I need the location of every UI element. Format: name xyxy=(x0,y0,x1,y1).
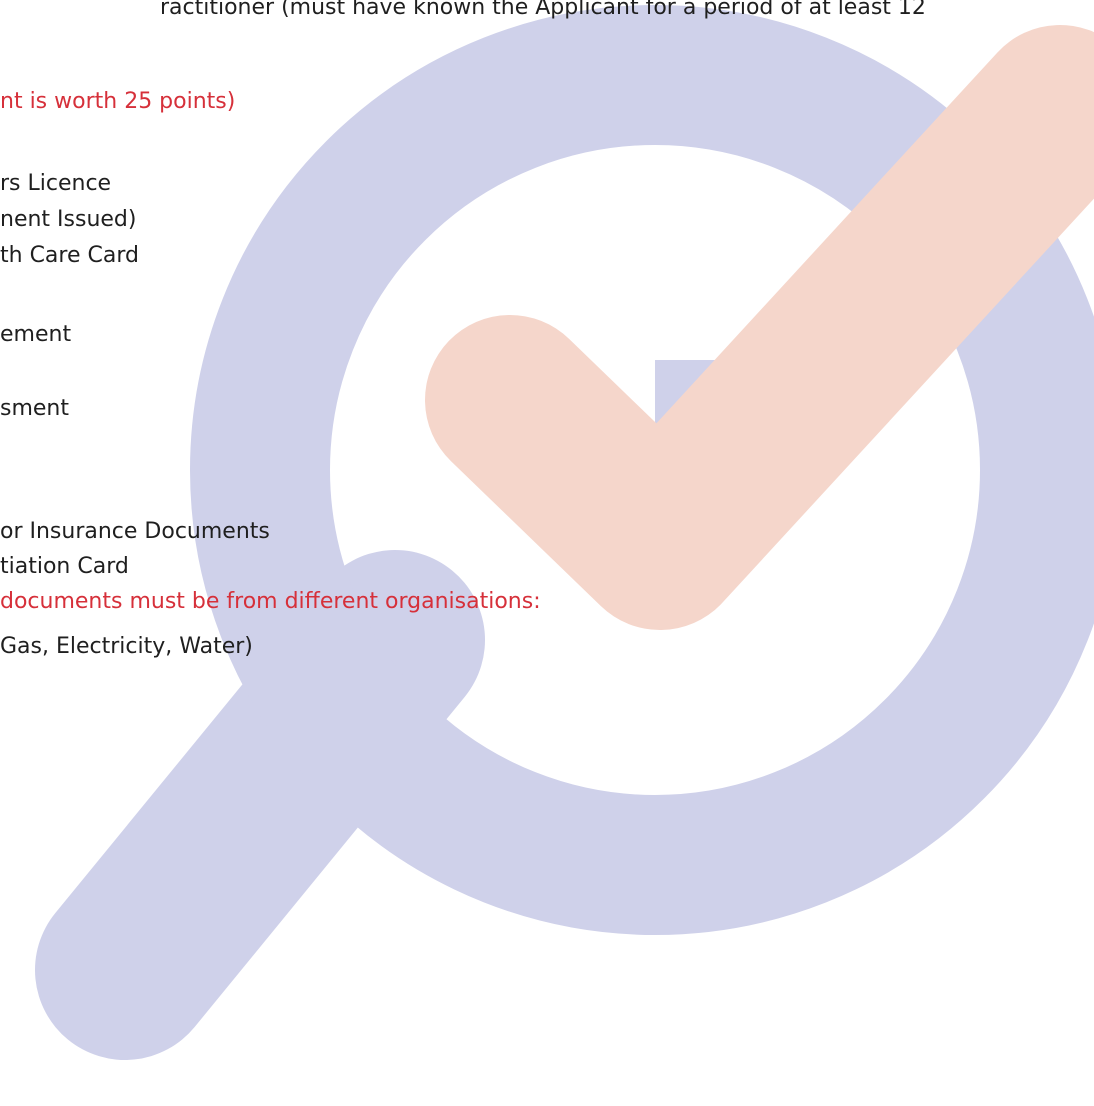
points-note: nt is worth 25 points) xyxy=(0,89,236,114)
list-item: ement xyxy=(0,322,72,347)
list-item: or Insurance Documents xyxy=(0,519,270,544)
intro-line: ractitioner (must have known the Applica… xyxy=(160,0,926,20)
different-org-note: documents must be from different organis… xyxy=(0,589,541,614)
list-item: rs Licence xyxy=(0,171,112,196)
list-item: nent Issued) xyxy=(0,207,137,232)
list-item: th Care Card xyxy=(0,243,139,268)
document-content: ractitioner (must have known the Applica… xyxy=(0,0,1094,1106)
list-item: tiation Card xyxy=(0,554,129,579)
list-item: Gas, Electricity, Water) xyxy=(0,634,253,659)
list-item: sment xyxy=(0,396,69,421)
